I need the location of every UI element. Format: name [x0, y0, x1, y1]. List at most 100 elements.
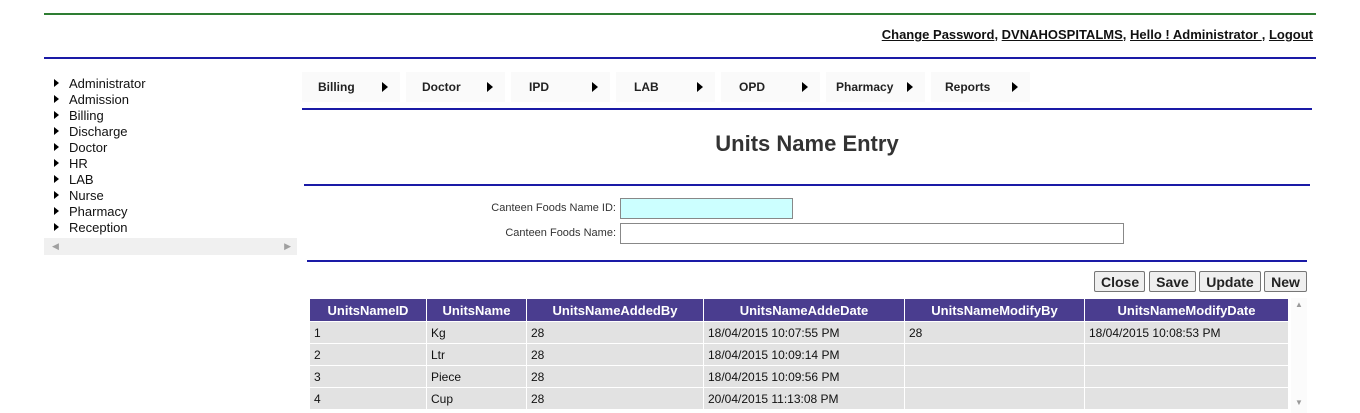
- column-header-units-name[interactable]: UnitsName: [426, 298, 527, 322]
- new-button[interactable]: New: [1264, 271, 1307, 292]
- submenu-arrow-icon: [382, 82, 388, 92]
- column-header-modify-date[interactable]: UnitsNameModifyDate: [1084, 298, 1289, 322]
- table-cell: [1084, 343, 1289, 366]
- table-cell: Piece: [426, 365, 527, 388]
- expand-arrow-icon[interactable]: [54, 207, 59, 215]
- menu-tab-lab[interactable]: LAB: [616, 72, 715, 102]
- grid-vertical-scrollbar[interactable]: ▲ ▼: [1291, 298, 1307, 413]
- header-separator: ,: [1122, 27, 1131, 42]
- sidebar-item-lab[interactable]: LAB: [54, 172, 94, 188]
- table-row[interactable]: 4 Cup 28 20/04/2015 11:13:08 PM: [309, 387, 1289, 410]
- table-cell: 28: [904, 321, 1085, 344]
- update-button[interactable]: Update: [1199, 271, 1261, 292]
- sidebar-item-hr[interactable]: HR: [54, 156, 88, 172]
- table-cell: 28: [526, 387, 704, 410]
- table-row[interactable]: 1 Kg 28 18/04/2015 10:07:55 PM 28 18/04/…: [309, 321, 1289, 344]
- menu-tab-label: Pharmacy: [836, 80, 894, 94]
- canteen-foods-name-label: Canteen Foods Name:: [505, 227, 616, 239]
- sidebar-horizontal-scrollbar[interactable]: ◀ ▶: [44, 238, 297, 255]
- expand-arrow-icon[interactable]: [54, 175, 59, 183]
- header-separator: ,: [994, 27, 1002, 42]
- save-button[interactable]: Save: [1149, 271, 1196, 292]
- canteen-foods-name-id-label: Canteen Foods Name ID:: [491, 202, 616, 214]
- table-cell: 18/04/2015 10:09:14 PM: [703, 343, 905, 366]
- page-title: Units Name Entry: [715, 131, 899, 156]
- expand-arrow-icon[interactable]: [54, 159, 59, 167]
- table-cell: Cup: [426, 387, 527, 410]
- table-cell: Kg: [426, 321, 527, 344]
- title-rule: [304, 184, 1310, 186]
- column-header-modify-by[interactable]: UnitsNameModifyBy: [904, 298, 1085, 322]
- expand-arrow-icon[interactable]: [54, 111, 59, 119]
- sidebar-item-label: Pharmacy: [69, 204, 128, 219]
- menu-tab-label: OPD: [739, 80, 766, 94]
- header-rule: [44, 57, 1316, 59]
- sidebar-item-label: Billing: [69, 108, 104, 123]
- table-cell: [904, 387, 1085, 410]
- sidebar-item-reception[interactable]: Reception: [54, 220, 128, 236]
- greeting-link[interactable]: Hello ! Administrator: [1130, 27, 1262, 42]
- menu-tab-label: Reports: [945, 80, 991, 94]
- column-header-added-by[interactable]: UnitsNameAddedBy: [526, 298, 704, 322]
- sidebar-item-label: Nurse: [69, 188, 104, 203]
- menu-tab-doctor[interactable]: Doctor: [406, 72, 505, 102]
- menu-tab-reports[interactable]: Reports: [931, 72, 1030, 102]
- sidebar-item-label: Reception: [69, 220, 128, 235]
- close-button[interactable]: Close: [1094, 271, 1145, 292]
- grid-header-row: UnitsNameID UnitsName UnitsNameAddedBy U…: [309, 298, 1289, 322]
- sidebar-tree: Administrator Admission Billing Discharg…: [44, 72, 297, 255]
- canteen-foods-name-input[interactable]: [620, 223, 1124, 244]
- header-links: Change Password, DVNAHOSPITALMS, Hello !…: [882, 27, 1313, 42]
- scroll-up-arrow-icon[interactable]: ▲: [1295, 300, 1303, 309]
- scroll-right-arrow-icon[interactable]: ▶: [284, 241, 291, 252]
- submenu-arrow-icon: [592, 82, 598, 92]
- table-cell: 2: [309, 343, 427, 366]
- column-header-added-date[interactable]: UnitsNameAddeDate: [703, 298, 905, 322]
- menu-tab-pharmacy[interactable]: Pharmacy: [826, 72, 925, 102]
- sidebar-item-label: Doctor: [69, 140, 108, 155]
- expand-arrow-icon[interactable]: [54, 127, 59, 135]
- table-cell: 20/04/2015 11:13:08 PM: [703, 387, 905, 410]
- table-cell: 18/04/2015 10:07:55 PM: [703, 321, 905, 344]
- table-cell: [1084, 387, 1289, 410]
- table-cell: 1: [309, 321, 427, 344]
- table-cell: [1084, 365, 1289, 388]
- submenu-arrow-icon: [802, 82, 808, 92]
- submenu-arrow-icon: [487, 82, 493, 92]
- menu-tab-label: Billing: [318, 80, 355, 94]
- column-header-units-name-id[interactable]: UnitsNameID: [309, 298, 427, 322]
- table-row[interactable]: 3 Piece 28 18/04/2015 10:09:56 PM: [309, 365, 1289, 388]
- sidebar-item-discharge[interactable]: Discharge: [54, 124, 128, 140]
- sidebar-item-pharmacy[interactable]: Pharmacy: [54, 204, 128, 220]
- table-cell: Ltr: [426, 343, 527, 366]
- expand-arrow-icon[interactable]: [54, 79, 59, 87]
- sidebar-item-billing[interactable]: Billing: [54, 108, 104, 124]
- sidebar-item-admission[interactable]: Admission: [54, 92, 129, 108]
- expand-arrow-icon[interactable]: [54, 95, 59, 103]
- logout-link[interactable]: Logout: [1269, 27, 1313, 42]
- table-cell: 3: [309, 365, 427, 388]
- menu-tab-ipd[interactable]: IPD: [511, 72, 610, 102]
- menu-tab-billing[interactable]: Billing: [302, 72, 400, 102]
- change-password-link[interactable]: Change Password: [882, 27, 995, 42]
- sidebar-item-label: Discharge: [69, 124, 128, 139]
- username-link[interactable]: DVNAHOSPITALMS: [1002, 27, 1123, 42]
- table-row[interactable]: 2 Ltr 28 18/04/2015 10:09:14 PM: [309, 343, 1289, 366]
- sidebar-item-nurse[interactable]: Nurse: [54, 188, 104, 204]
- sidebar-item-label: LAB: [69, 172, 94, 187]
- expand-arrow-icon[interactable]: [54, 223, 59, 231]
- menu-tab-label: LAB: [634, 80, 659, 94]
- table-cell: [904, 343, 1085, 366]
- sidebar-item-doctor[interactable]: Doctor: [54, 140, 107, 156]
- expand-arrow-icon[interactable]: [54, 143, 59, 151]
- menu-tab-opd[interactable]: OPD: [721, 72, 820, 102]
- form-rule: [307, 260, 1307, 262]
- canteen-foods-name-id-input[interactable]: [620, 198, 793, 219]
- sidebar-item-administrator[interactable]: Administrator: [54, 76, 146, 92]
- scroll-down-arrow-icon[interactable]: ▼: [1295, 398, 1303, 407]
- expand-arrow-icon[interactable]: [54, 191, 59, 199]
- sidebar-item-label: Admission: [69, 92, 129, 107]
- scroll-left-arrow-icon[interactable]: ◀: [52, 241, 59, 252]
- submenu-arrow-icon: [1012, 82, 1018, 92]
- table-cell: 18/04/2015 10:08:53 PM: [1084, 321, 1289, 344]
